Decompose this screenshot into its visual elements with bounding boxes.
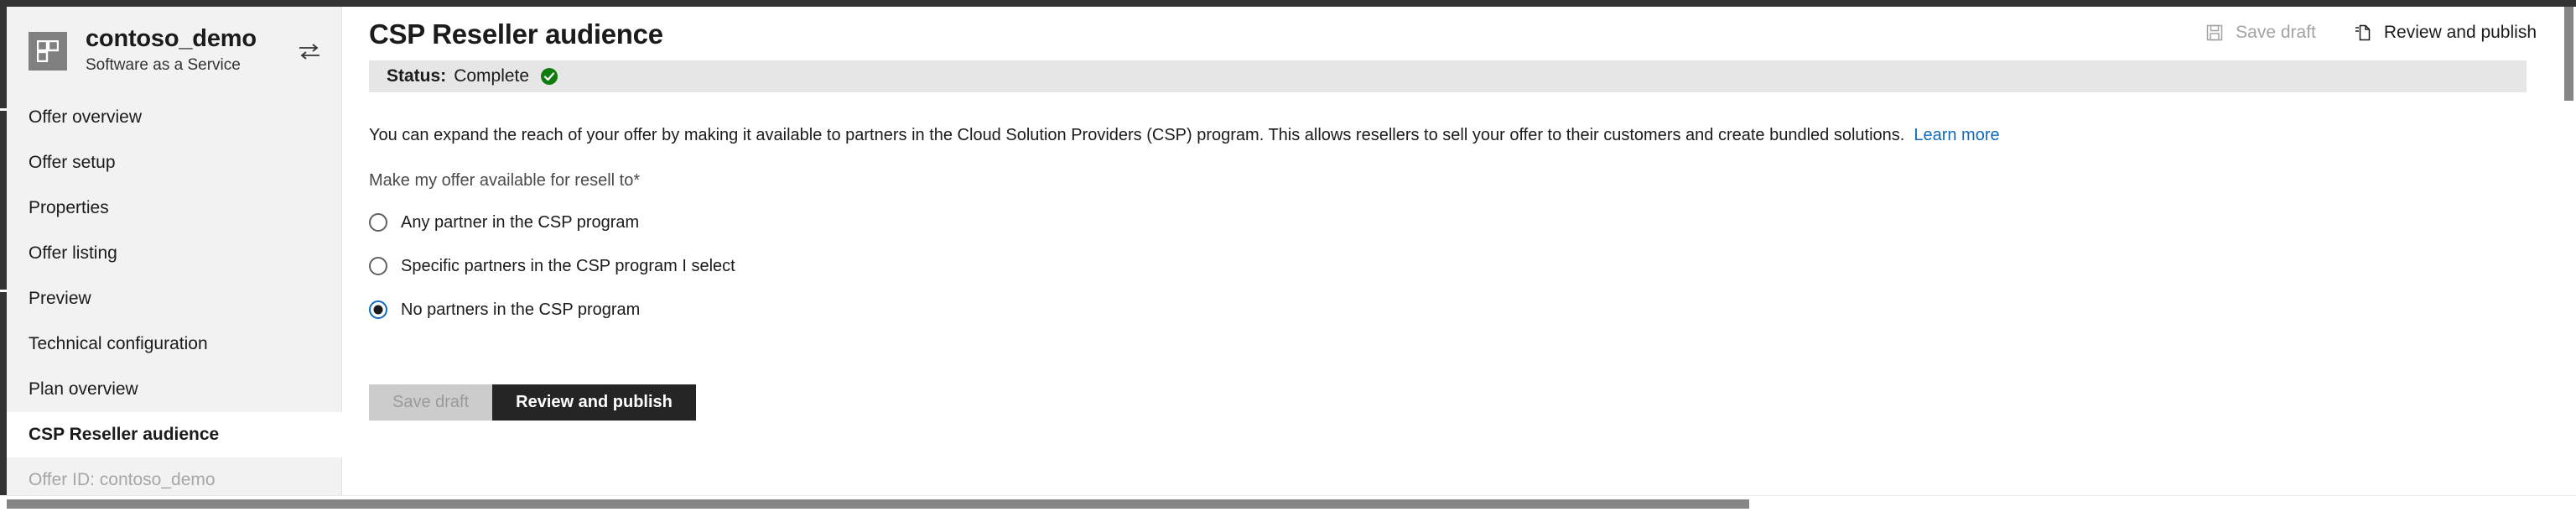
app-window: contoso_demo Software as a Service Offer…	[0, 0, 2576, 512]
learn-more-link[interactable]: Learn more	[1914, 126, 1999, 144]
radio-circle-selected-icon[interactable]	[369, 300, 387, 319]
sidebar-item-label: Plan overview	[29, 379, 138, 399]
sidebar-item-label: Offer setup	[29, 153, 116, 172]
page-title: CSP Reseller audience	[369, 18, 663, 50]
sidebar-item-offer-setup[interactable]: Offer setup	[7, 140, 342, 185]
main-content: CSP Reseller audience Save draft Review …	[343, 7, 2562, 495]
radio-option-specific-partners[interactable]: Specific partners in the CSP program I s…	[369, 255, 735, 277]
page-header: CSP Reseller audience Save draft Review …	[343, 7, 2562, 57]
sidebar-item-technical-configuration[interactable]: Technical configuration	[7, 321, 342, 367]
radio-circle-icon[interactable]	[369, 257, 387, 275]
offer-header[interactable]: contoso_demo Software as a Service	[7, 7, 342, 95]
radio-circle-icon[interactable]	[369, 213, 387, 232]
sidebar-item-csp-reseller-audience[interactable]: CSP Reseller audience	[7, 412, 342, 457]
resell-audience-radio-group: Any partner in the CSP program Specific …	[369, 212, 735, 321]
sidebar-item-label: Preview	[29, 289, 91, 308]
header-review-publish-button[interactable]: Review and publish	[2353, 23, 2537, 43]
offer-text-block: contoso_demo Software as a Service	[86, 25, 295, 76]
rail-gap-1	[0, 108, 7, 111]
radio-option-label: No partners in the CSP program	[401, 300, 641, 319]
horizontal-scrollbar[interactable]	[7, 495, 2576, 512]
header-review-publish-label: Review and publish	[2383, 23, 2537, 42]
footer-actions: Save draft Review and publish	[369, 384, 696, 421]
status-label: Status:	[387, 66, 447, 86]
rail-gap-2	[0, 290, 7, 292]
sidebar-item-plan-overview[interactable]: Plan overview	[7, 367, 342, 412]
header-save-draft-button[interactable]: Save draft	[2205, 23, 2316, 43]
intro-paragraph: You can expand the reach of your offer b…	[369, 123, 2000, 148]
radio-option-no-partners[interactable]: No partners in the CSP program	[369, 299, 735, 321]
radio-option-label: Specific partners in the CSP program I s…	[401, 256, 735, 275]
sidebar-item-preview[interactable]: Preview	[7, 276, 342, 321]
footer-review-publish-button[interactable]: Review and publish	[492, 384, 696, 421]
sidebar-item-label: Offer listing	[29, 243, 117, 263]
window-left-rail	[0, 7, 7, 495]
status-bar: Status: Complete	[369, 60, 2527, 92]
horizontal-scrollbar-thumb[interactable]	[7, 499, 1749, 509]
resell-audience-field-label: Make my offer available for resell to*	[369, 171, 641, 190]
sidebar-item-properties[interactable]: Properties	[7, 185, 342, 231]
publish-document-icon	[2353, 23, 2373, 43]
footer-save-draft-button[interactable]: Save draft	[369, 384, 493, 421]
save-floppy-icon	[2205, 23, 2225, 43]
sidebar-item-label: Offer overview	[29, 107, 142, 127]
sidebar-nav: Offer overview Offer setup Properties Of…	[7, 95, 342, 503]
vertical-scrollbar-thumb[interactable]	[2564, 7, 2573, 101]
swap-offer-icon[interactable]	[295, 37, 324, 65]
status-value: Complete	[454, 66, 530, 86]
header-save-draft-label: Save draft	[2236, 23, 2316, 42]
intro-text: You can expand the reach of your offer b…	[369, 126, 1905, 144]
green-check-circle-icon	[540, 67, 558, 86]
radio-option-label: Any partner in the CSP program	[401, 212, 640, 232]
radio-option-any-partner[interactable]: Any partner in the CSP program	[369, 212, 735, 233]
offer-subtitle: Software as a Service	[86, 55, 241, 74]
grid-tile-icon	[29, 31, 67, 71]
sidebar-item-offer-listing[interactable]: Offer listing	[7, 231, 342, 276]
sidebar: contoso_demo Software as a Service Offer…	[7, 7, 342, 495]
sidebar-item-label: Properties	[29, 198, 109, 217]
sidebar-item-label: Offer ID: contoso_demo	[29, 470, 216, 489]
sidebar-item-label: CSP Reseller audience	[29, 425, 220, 444]
sidebar-item-label: Technical configuration	[29, 334, 208, 353]
vertical-scrollbar[interactable]	[2562, 7, 2576, 495]
header-actions: Save draft Review and publish	[2205, 23, 2537, 43]
window-top-bar	[0, 0, 2576, 7]
sidebar-item-offer-overview[interactable]: Offer overview	[7, 95, 342, 140]
offer-name: contoso_demo	[86, 25, 257, 53]
